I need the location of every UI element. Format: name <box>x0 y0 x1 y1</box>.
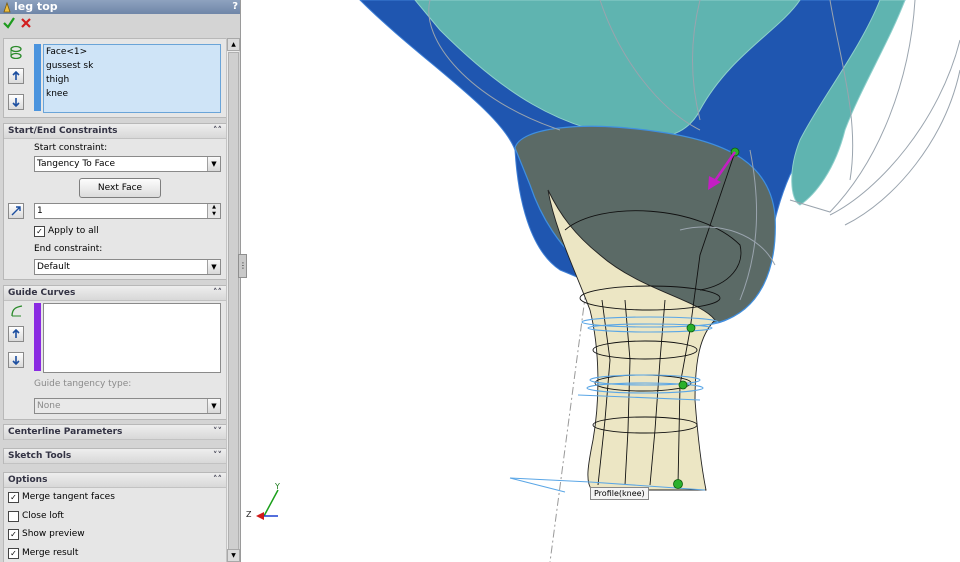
select-value: None <box>37 401 61 411</box>
input-value: 1 <box>37 206 43 216</box>
apply-to-all-label: Apply to all <box>48 226 99 236</box>
spin-down-icon[interactable]: ▼ <box>207 211 220 218</box>
chevron-down-icon: ˅˅ <box>213 427 222 437</box>
guide-curves-color-bar <box>34 303 41 371</box>
property-manager-titlebar: leg top ? <box>0 0 240 14</box>
ok-check-icon[interactable] <box>3 16 15 30</box>
centerline-parameters-header[interactable]: Centerline Parameters ˅˅ <box>4 425 226 440</box>
spin-up-icon[interactable]: ▲ <box>207 204 220 211</box>
graphics-viewport[interactable] <box>242 0 960 562</box>
chevron-up-icon: ˄˄ <box>213 475 222 485</box>
profiles-color-bar <box>34 44 41 111</box>
end-constraint-label: End constraint: <box>34 244 103 254</box>
section-title: Options <box>8 475 48 485</box>
move-down-button[interactable] <box>8 94 24 110</box>
arrow-down-icon <box>12 98 20 107</box>
guide-curves-icon <box>11 305 23 317</box>
guide-tangency-label: Guide tangency type: <box>34 379 132 389</box>
axis-z-label: Z <box>246 510 252 519</box>
guide-curves-header[interactable]: Guide Curves ˄˄ <box>4 286 226 301</box>
tangent-length-icon <box>11 206 21 216</box>
end-constraint-select[interactable]: Default ▼ <box>34 259 221 275</box>
guide-curves-list[interactable] <box>43 303 221 373</box>
guide-curves-section: Guide Curves ˄˄ Guide tangency type: Non… <box>3 285 227 420</box>
start-end-constraints-section: Start/End Constraints ˄˄ Start constrain… <box>3 123 227 280</box>
profiles-list[interactable]: Face<1> gussest sk thigh knee <box>43 44 221 113</box>
sketch-tools-section[interactable]: Sketch Tools ˅˅ <box>3 448 227 464</box>
start-constraint-select[interactable]: Tangency To Face ▼ <box>34 156 221 172</box>
start-constraint-label: Start constraint: <box>34 143 108 153</box>
next-face-button[interactable]: Next Face <box>79 178 161 198</box>
chevron-up-icon: ˄˄ <box>213 288 222 298</box>
arrow-down-icon <box>12 356 20 365</box>
move-up-button[interactable] <box>8 68 24 84</box>
cancel-x-icon[interactable] <box>20 16 32 30</box>
construction-centerline <box>549 259 591 562</box>
section-title: Sketch Tools <box>8 451 72 461</box>
tangent-length-input[interactable]: 1 ▲ ▼ <box>34 203 221 219</box>
merge-result-label: Merge result <box>22 548 79 558</box>
panel-scrollbar[interactable]: ▲ ▼ <box>226 38 240 562</box>
start-end-constraints-header[interactable]: Start/End Constraints ˄˄ <box>4 124 226 139</box>
options-section: Options ˄˄ ✓ Merge tangent faces Close l… <box>3 472 227 562</box>
scroll-down-icon[interactable]: ▼ <box>227 549 240 562</box>
section-title: Start/End Constraints <box>8 126 118 136</box>
list-item[interactable]: knee <box>44 87 220 101</box>
scroll-thumb[interactable] <box>228 52 239 554</box>
select-value: Tangency To Face <box>37 159 116 169</box>
sketch-tools-header[interactable]: Sketch Tools ˅˅ <box>4 449 226 464</box>
reference-triad: Y Z <box>244 482 284 524</box>
close-loft-label: Close loft <box>22 511 64 521</box>
chevron-down-icon[interactable]: ▼ <box>207 399 220 413</box>
options-header[interactable]: Options ˄˄ <box>4 473 226 488</box>
merge-tangent-faces-label: Merge tangent faces <box>22 492 115 502</box>
profile-tooltip: Profile(knee) <box>590 487 649 500</box>
tangent-length-icon-button <box>8 203 24 219</box>
axis-y-label: Y <box>275 482 280 491</box>
scroll-up-icon[interactable]: ▲ <box>227 38 240 51</box>
guide-move-up-button[interactable] <box>8 326 24 342</box>
chevron-down-icon[interactable]: ▼ <box>207 260 220 274</box>
centerline-parameters-section[interactable]: Centerline Parameters ˅˅ <box>3 424 227 440</box>
close-loft-checkbox[interactable] <box>8 511 19 522</box>
show-preview-label: Show preview <box>22 529 85 539</box>
chevron-up-icon: ˄˄ <box>213 126 222 136</box>
feature-title: leg top <box>14 0 58 13</box>
list-item[interactable]: thigh <box>44 73 220 87</box>
help-button[interactable]: ? <box>232 0 238 14</box>
section-title: Centerline Parameters <box>8 427 123 437</box>
guide-tangency-select[interactable]: None ▼ <box>34 398 221 414</box>
list-item[interactable]: gussest sk <box>44 59 220 73</box>
list-item[interactable]: Face<1> <box>44 45 220 59</box>
guide-move-down-button[interactable] <box>8 352 24 368</box>
loft-feature-icon <box>3 1 11 13</box>
chevron-down-icon: ˅˅ <box>213 451 222 461</box>
apply-to-all-checkbox[interactable]: ✓ <box>34 226 45 237</box>
chevron-down-icon[interactable]: ▼ <box>207 157 220 171</box>
arrow-up-icon <box>12 71 20 80</box>
profiles-icon <box>10 45 22 59</box>
arrow-up-icon <box>12 329 20 338</box>
merge-tangent-faces-checkbox[interactable]: ✓ <box>8 492 19 503</box>
profiles-section: Face<1> gussest sk thigh knee <box>3 38 227 118</box>
section-title: Guide Curves <box>8 288 76 298</box>
merge-result-checkbox[interactable]: ✓ <box>8 548 19 559</box>
property-manager: leg top ? Face<1> gussest sk thigh knee <box>0 0 241 562</box>
show-preview-checkbox[interactable]: ✓ <box>8 529 19 540</box>
select-value: Default <box>37 262 70 272</box>
